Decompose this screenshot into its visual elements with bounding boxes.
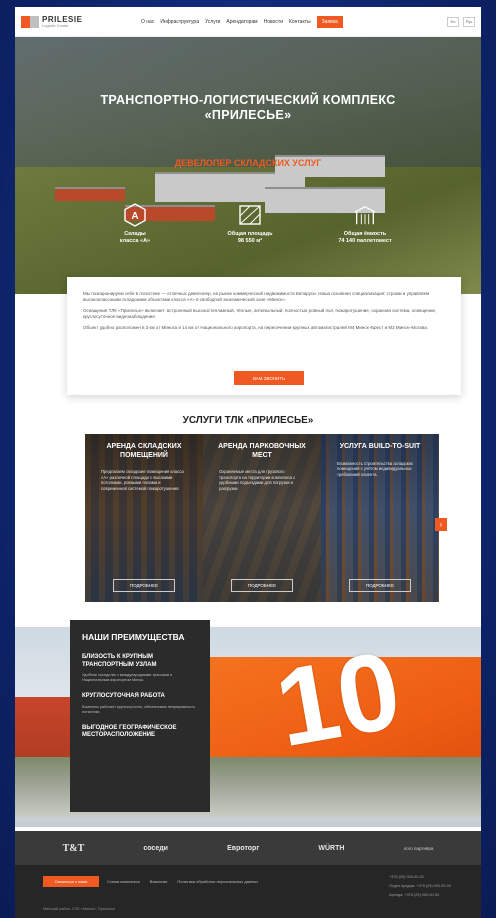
advantage-title: КРУГЛОСУТОЧНАЯ РАБОТА <box>82 693 165 699</box>
advantage-description: Комплекс работает круглосуточно, обеспеч… <box>82 704 195 714</box>
request-button[interactable]: Заявка <box>316 15 343 28</box>
stat-class-a: A Склады класса «А» <box>85 203 185 245</box>
area-icon <box>238 203 262 227</box>
stat-capacity: Общая ёмкость 74 140 паллетомест <box>315 203 415 245</box>
hero-subtitle: ДЕВЕЛОПЕР СКЛАДСКИХ УСЛУГ <box>174 158 322 168</box>
partner-logo[interactable]: T&T <box>63 843 85 854</box>
lang-en-button[interactable]: En <box>447 16 459 27</box>
partner-logo[interactable]: Евроторг <box>227 845 259 852</box>
footer-link-vacancies[interactable]: Вакансии <box>150 879 168 884</box>
stat-value: класса «А» <box>119 238 151 244</box>
footer-contacts: +375 (29) 000-00-00 Отдел продаж: +375 (… <box>389 873 451 900</box>
advantage-description: Удобное соседство с международными трасс… <box>82 673 173 682</box>
nav-item-contacts[interactable]: Контакты <box>289 19 311 25</box>
service-title: АРЕНДА ПАРКОВОЧНЫХ МЕСТ <box>218 443 306 459</box>
about-paragraph: Мы позиционируем себя в логистике — отли… <box>83 291 430 302</box>
stat-label: Общая ёмкость <box>343 231 387 237</box>
logo-sub: Logistic Center <box>42 22 69 28</box>
footer-phone[interactable]: Отдел продаж: +375 (29) 000-00-00 <box>389 882 451 891</box>
footer-address: Минский район, СЭЗ «Минск», Прилесье <box>43 907 116 911</box>
footer-links: Схема комплекса Вакансии Политика обрабо… <box>107 879 258 884</box>
service-card-build-to-suit[interactable]: УСЛУГА BUILD-TO-SUIT Возможность строите… <box>321 434 439 602</box>
service-card-parking[interactable]: АРЕНДА ПАРКОВОЧНЫХ МЕСТ Охраняемые места… <box>203 434 321 602</box>
service-card-warehouse[interactable]: АРЕНДА СКЛАДСКИХ ПОМЕЩЕНИЙ Предлагаем ск… <box>85 434 203 602</box>
hero: ТРАНСПОРТНО-ЛОГИСТИЧЕСКИЙ КОМПЛЕКС «ПРИЛ… <box>15 37 481 294</box>
nav-item-about[interactable]: О нас <box>141 19 154 25</box>
service-description: Охраняемые места для грузового транспорт… <box>219 469 296 491</box>
about-paragraph: Оснащение ТЛК «Прилесье» включает: встро… <box>83 308 437 319</box>
stat-label: Общая площадь <box>227 231 273 237</box>
service-description: Предлагаем складские помещения класса «А… <box>101 469 184 491</box>
class-a-badge-icon: A <box>123 203 147 227</box>
footer-phone[interactable]: Аренда: +375 (29) 000-00-00 <box>389 891 451 900</box>
carousel-next-button[interactable]: › <box>435 518 447 531</box>
footer: Связаться с нами Схема комплекса Ваканси… <box>15 865 481 918</box>
partner-logo[interactable]: WÜRTH <box>318 845 344 852</box>
hero-stats: A Склады класса «А» Общая площадь 98 550… <box>85 203 415 245</box>
service-more-button[interactable]: ПОДРОБНЕЕ <box>231 579 293 592</box>
advantage-title: ВЫГОДНОЕ ГЕОГРАФИЧЕСКОЕ МЕСТОРАСПОЛОЖЕНИ… <box>82 724 177 739</box>
logo[interactable]: PRILESIE Logistic Center <box>21 15 91 28</box>
partners-strip: T&T соседи Евроторг WÜRTH лого партнёра <box>15 831 481 865</box>
services-carousel: АРЕНДА СКЛАДСКИХ ПОМЕЩЕНИЙ Предлагаем ск… <box>85 434 447 602</box>
nav-item-infrastructure[interactable]: Инфраструктура <box>160 19 199 25</box>
footer-contact-button[interactable]: Связаться с нами <box>43 876 99 887</box>
hero-title: ТРАНСПОРТНО-ЛОГИСТИЧЕСКИЙ КОМПЛЕКС «ПРИЛ… <box>15 93 481 123</box>
svg-text:A: A <box>131 211 138 222</box>
advantage-title: БЛИЗОСТЬ К КРУПНЫМ ТРАНСПОРТНЫМ УЗЛАМ <box>82 654 157 668</box>
service-more-button[interactable]: ПОДРОБНЕЕ <box>349 579 411 592</box>
language-switcher: En Рус <box>447 16 475 27</box>
advantages-title: НАШИ ПРЕИМУЩЕСТВА <box>82 632 185 642</box>
building-number: 10 <box>267 627 410 771</box>
service-description: Возможность строительства складских поме… <box>337 460 413 477</box>
about-card: Мы позиционируем себя в логистике — отли… <box>67 277 461 395</box>
stat-area: Общая площадь 98 550 м² <box>200 203 300 245</box>
page: PRILESIE Logistic Center О нас Инфрастру… <box>15 7 481 918</box>
partner-logo[interactable]: лого партнёра <box>404 846 434 851</box>
footer-link-privacy[interactable]: Политика обработки персональных данных <box>177 879 258 884</box>
warehouse-rack-icon <box>353 203 377 227</box>
lang-ru-button[interactable]: Рус <box>463 16 475 27</box>
callback-button[interactable]: ВАМ ЗВОНИТЬ <box>234 371 304 385</box>
nav-item-services[interactable]: Услуги <box>205 19 220 25</box>
service-title: УСЛУГА BUILD-TO-SUIT <box>339 443 421 450</box>
service-title: АРЕНДА СКЛАДСКИХ ПОМЕЩЕНИЙ <box>106 443 182 459</box>
about-paragraph: Объект удобно расположен в 3 км от Минск… <box>83 325 428 330</box>
hero-title-line2: «ПРИЛЕСЬЕ» <box>204 108 292 122</box>
logo-icon <box>21 15 39 28</box>
stat-value: 74 140 паллетомест <box>338 238 392 244</box>
footer-link-scheme[interactable]: Схема комплекса <box>107 879 140 884</box>
service-more-button[interactable]: ПОДРОБНЕЕ <box>113 579 175 592</box>
hero-title-line1: ТРАНСПОРТНО-ЛОГИСТИЧЕСКИЙ КОМПЛЕКС <box>100 93 396 107</box>
footer-phone[interactable]: +375 (29) 000-00-00 <box>389 873 451 882</box>
stat-label: Склады <box>124 231 146 237</box>
warehouse-image <box>55 187 125 201</box>
nav-item-tenants[interactable]: Арендаторам <box>226 19 257 25</box>
main-nav: О нас Инфраструктура Услуги Арендаторам … <box>141 15 343 28</box>
advantages-panel: НАШИ ПРЕИМУЩЕСТВА БЛИЗОСТЬ К КРУПНЫМ ТРА… <box>70 620 210 812</box>
stat-value: 98 550 м² <box>237 238 263 244</box>
services-title: УСЛУГИ ТЛК «ПРИЛЕСЬЕ» <box>182 415 314 426</box>
nav-item-news[interactable]: Новости <box>264 19 283 25</box>
header: PRILESIE Logistic Center О нас Инфрастру… <box>15 7 481 37</box>
partner-logo[interactable]: соседи <box>143 845 168 852</box>
